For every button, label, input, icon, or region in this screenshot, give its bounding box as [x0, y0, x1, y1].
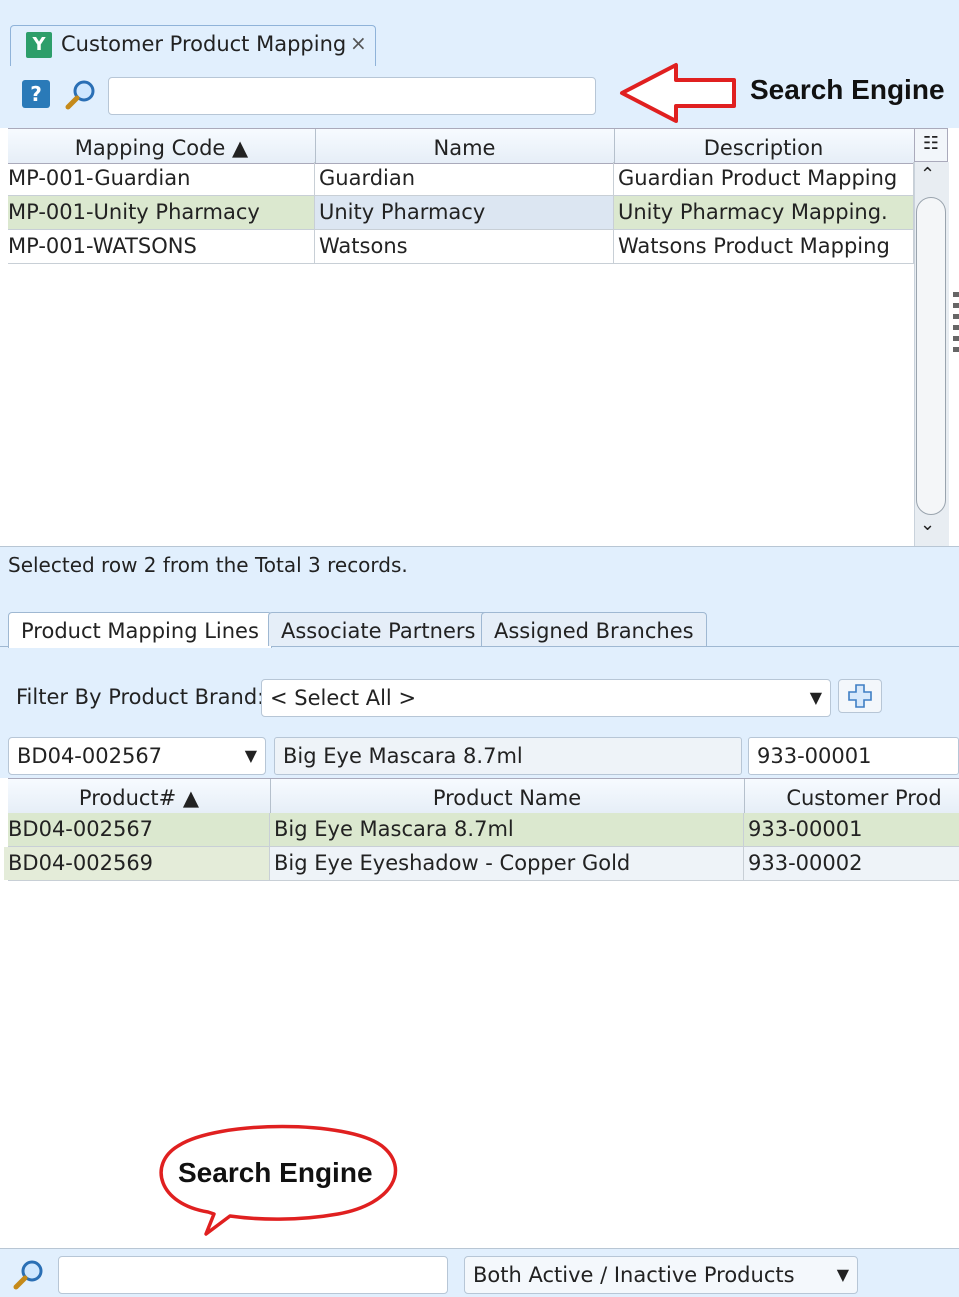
mapping-grid-header: Mapping Code ▲ Name Description — [8, 128, 914, 164]
product-code-value: BD04-002567 — [17, 744, 163, 768]
product-name-field[interactable]: Big Eye Mascara 8.7ml — [274, 737, 742, 775]
annotation-search-engine-top: Search Engine — [750, 74, 945, 105]
record-status: Selected row 2 from the Total 3 records. — [8, 553, 408, 577]
column-product-name[interactable]: Product Name — [270, 779, 745, 813]
filter-label: Filter By Product Brand: — [16, 685, 265, 709]
mapping-app-icon: Y — [26, 32, 52, 58]
cell-product-number: BD04-002569 — [4, 847, 270, 880]
column-chooser-icon[interactable]: ☷ — [914, 128, 948, 162]
annotation-search-engine-bottom: Search Engine — [178, 1157, 373, 1188]
close-icon[interactable]: × — [350, 31, 367, 55]
cell-customer-product: 933-00001 — [748, 817, 863, 841]
resize-handle[interactable] — [953, 292, 959, 356]
active-status-value: Both Active / Inactive Products — [473, 1263, 795, 1287]
table-row-selected[interactable]: BD04-002567 Big Eye Mascara 8.7ml 933-00… — [8, 813, 959, 847]
tab-title: Customer Product Mapping — [61, 32, 347, 56]
table-row[interactable]: MP-001-WATSONS Watsons Watsons Product M… — [8, 230, 914, 264]
table-row[interactable]: BD04-002569 Big Eye Eyeshadow - Copper G… — [4, 847, 959, 881]
table-row[interactable]: MP-001-Guardian Guardian Guardian Produc… — [8, 162, 914, 196]
cell-customer-product: 933-00002 — [744, 847, 959, 880]
scroll-thumb[interactable] — [916, 197, 946, 515]
cell-mapping-code: MP-001-WATSONS — [4, 230, 315, 263]
plus-icon — [848, 684, 872, 708]
cell-product-name: Big Eye Eyeshadow - Copper Gold — [270, 847, 744, 880]
chevron-down-icon: ▼ — [244, 746, 257, 765]
customer-code-field[interactable]: 933-00001 — [748, 737, 959, 775]
scroll-down-icon[interactable]: ⌄ — [920, 514, 935, 535]
cell-mapping-code: MP-001-Unity Pharmacy — [4, 196, 315, 229]
column-customer-product[interactable]: Customer Prod — [744, 779, 959, 813]
chevron-down-icon: ▼ — [809, 688, 822, 707]
lines-grid-header: Product# ▲ Product Name Customer Prod — [8, 778, 959, 814]
search-icon[interactable] — [12, 1258, 46, 1292]
annotation-arrow-icon — [620, 63, 736, 123]
chevron-down-icon: ▼ — [836, 1265, 849, 1284]
active-status-select[interactable]: Both Active / Inactive Products ▼ — [464, 1256, 858, 1294]
cell-description: Guardian Product Mapping — [614, 162, 914, 195]
cell-product-number: BD04-002567 — [4, 813, 270, 846]
brand-filter-value: < Select All > — [270, 686, 417, 710]
tab-product-mapping-lines[interactable]: Product Mapping Lines — [8, 612, 272, 648]
help-icon[interactable]: ? — [22, 80, 50, 108]
scroll-up-icon[interactable]: ⌃ — [920, 164, 935, 185]
brand-filter-select[interactable]: < Select All > ▼ — [261, 679, 831, 717]
search-input[interactable] — [108, 77, 596, 115]
cell-name: Unity Pharmacy — [315, 196, 614, 229]
tab-assigned-branches[interactable]: Assigned Branches — [481, 612, 707, 646]
add-button[interactable] — [838, 679, 882, 713]
lines-search-input[interactable] — [58, 1256, 448, 1294]
product-code-select[interactable]: BD04-002567 ▼ — [8, 737, 266, 775]
cell-product-name: Big Eye Mascara 8.7ml — [270, 813, 744, 846]
cell-description: Watsons Product Mapping — [614, 230, 914, 263]
column-mapping-code[interactable]: Mapping Code ▲ — [8, 129, 316, 163]
table-row-selected[interactable]: MP-001-Unity Pharmacy Unity Pharmacy Uni… — [8, 196, 914, 230]
tab-associate-partners[interactable]: Associate Partners — [268, 612, 489, 646]
cell-name: Guardian — [315, 162, 614, 195]
cell-mapping-code: MP-001-Guardian — [4, 162, 315, 195]
column-product-number[interactable]: Product# ▲ — [8, 779, 271, 813]
column-description[interactable]: Description — [614, 129, 913, 163]
column-name[interactable]: Name — [315, 129, 615, 163]
cell-description: Unity Pharmacy Mapping. — [614, 196, 914, 229]
search-icon[interactable] — [64, 78, 98, 112]
cell-name: Watsons — [315, 230, 614, 263]
